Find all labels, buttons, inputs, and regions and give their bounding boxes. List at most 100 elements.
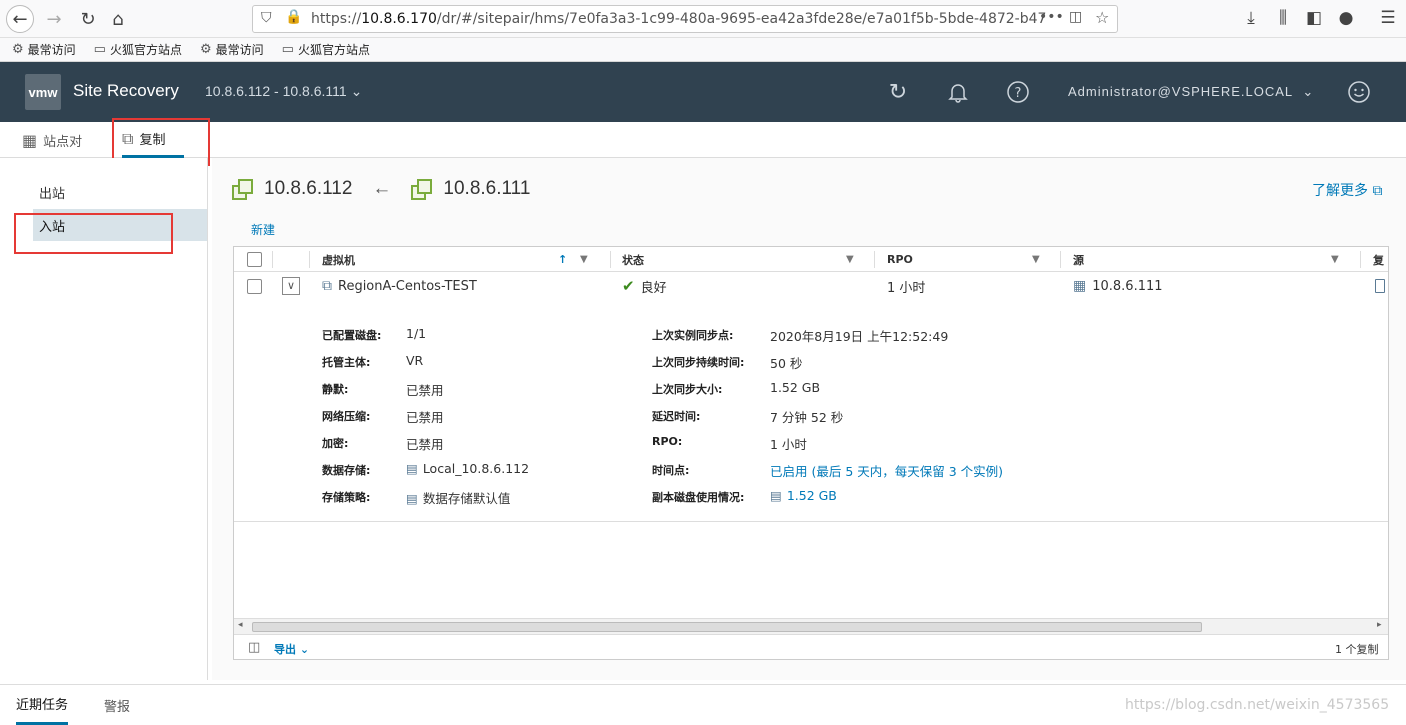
row-expand-toggle[interactable]: ∨ <box>282 277 300 295</box>
vm-name[interactable]: RegionA-Centos-TEST <box>338 279 477 294</box>
new-button[interactable]: 新建 <box>251 221 275 238</box>
filter-icon[interactable]: ▼ <box>580 254 588 265</box>
export-label: 导出 <box>274 643 296 656</box>
grid-footer: ◫ 导出 ⌄ 1 个复制 <box>234 634 1388 659</box>
sub-tabs: ▦ 站点对 ⧉ 复制 <box>0 122 1406 158</box>
help-button[interactable]: ? <box>1004 78 1032 106</box>
select-all-checkbox[interactable] <box>247 252 262 267</box>
column-separator <box>309 251 310 268</box>
detail-value: 2020年8月19日 上午12:52:49 <box>770 329 949 344</box>
back-button[interactable]: ← <box>6 5 34 33</box>
detail-label: 已配置磁盘: <box>322 329 382 342</box>
reload-icon: ↻ <box>80 8 96 30</box>
site-pair-selector[interactable]: 10.8.6.112 - 10.8.6.111 ⌄ <box>205 83 362 100</box>
column-toggle-icon[interactable]: ◫ <box>248 640 260 655</box>
column-header-vm[interactable]: 虚拟机 ↑ ▼ <box>322 247 606 272</box>
download-icon[interactable]: ⤓ <box>1239 8 1263 28</box>
filter-icon[interactable]: ▼ <box>846 254 854 265</box>
detail-label: 网络压缩: <box>322 410 371 423</box>
detail-value: ▤ Local_10.8.6.112 <box>406 461 529 476</box>
column-header-truncated[interactable]: 复 <box>1373 247 1387 272</box>
learn-more-link[interactable]: 了解更多 ⧉ <box>1312 180 1382 200</box>
sidebar-icon[interactable]: ◧ <box>1302 8 1326 28</box>
tab-label: 近期任务 <box>16 698 69 713</box>
feedback-button[interactable] <box>1345 78 1373 106</box>
bookmark-label: 最常访问 <box>215 43 264 57</box>
sidebar-item-outgoing[interactable]: 出站 <box>33 176 207 208</box>
menu-icon[interactable]: ☰ <box>1376 8 1400 28</box>
vmware-logo[interactable]: vmw <box>25 74 61 110</box>
detail-label: 存储策略: <box>322 491 371 504</box>
library-icon[interactable]: ⫼ <box>1271 8 1295 28</box>
detail-value: ▤ 数据存储默认值 <box>406 488 510 507</box>
chevron-down-icon: ⌄ <box>350 83 363 99</box>
row-vm-cell: ⧉ RegionA-Centos-TEST <box>322 272 477 300</box>
detail-label: 静默: <box>322 383 349 396</box>
detail-value: 1/1 <box>406 326 427 341</box>
storage-policy-icon: ▤ <box>406 491 418 506</box>
scroll-thumb[interactable] <box>252 622 1202 632</box>
notifications-button[interactable] <box>944 78 972 106</box>
arrow-right-icon: → <box>46 8 62 30</box>
horizontal-scrollbar[interactable]: ◂ ▸ <box>234 618 1388 634</box>
watermark: https://blog.csdn.net/weixin_4573565 <box>1125 697 1390 713</box>
more-icon[interactable]: ••• <box>1039 9 1064 25</box>
bookmark-item[interactable]: ▭ 火狐官方站点 <box>282 41 370 58</box>
scroll-right-icon[interactable]: ▸ <box>1377 620 1382 630</box>
detail-label: 上次实例同步点: <box>652 329 734 342</box>
user-menu[interactable]: Administrator@VSPHERE.LOCAL ⌄ <box>1068 84 1314 100</box>
detail-label: 副本磁盘使用情况: <box>652 491 745 504</box>
scroll-left-icon[interactable]: ◂ <box>238 620 243 630</box>
arrow-left-icon: ← <box>372 178 392 199</box>
column-separator <box>272 251 273 268</box>
bookmark-item[interactable]: ⚙ 最常访问 <box>200 41 264 58</box>
tab-recent-tasks[interactable]: 近期任务 <box>16 685 69 725</box>
column-header-status[interactable]: 状态 ▼ <box>622 247 862 272</box>
column-separator <box>1060 251 1061 268</box>
detail-value: 7 分钟 52 秒 <box>770 410 844 425</box>
bookmark-label: 最常访问 <box>27 43 76 57</box>
detail-value[interactable]: ▤ 1.52 GB <box>770 488 837 503</box>
column-header-rpo[interactable]: RPO ▼ <box>887 247 1047 272</box>
arrow-left-icon: ← <box>12 8 28 30</box>
detail-value-text: Local_10.8.6.112 <box>422 461 530 476</box>
sidebar-item-label: 出站 <box>39 186 66 202</box>
shield-icon: ⛉ <box>261 10 272 26</box>
column-header-source[interactable]: 源 ▼ <box>1073 247 1343 272</box>
device-icon <box>1375 279 1385 293</box>
tab-site-pair[interactable]: ▦ 站点对 <box>22 122 82 158</box>
site-pair-title: 10.8.6.112 ← 10.8.6.111 <box>232 176 530 202</box>
forward-button[interactable]: → <box>40 5 68 33</box>
column-separator <box>1360 251 1361 268</box>
tab-alarms[interactable]: 警报 <box>104 685 130 725</box>
detail-value-text: 1.52 GB <box>786 488 837 503</box>
local-site-name: 10.8.6.112 <box>264 178 353 199</box>
home-button[interactable]: ⌂ <box>104 5 132 33</box>
site-icon <box>411 179 433 200</box>
app-header: vmw Site Recovery 10.8.6.112 - 10.8.6.11… <box>0 62 1406 122</box>
account-icon[interactable]: ● <box>1334 8 1358 28</box>
column-separator <box>610 251 611 268</box>
chevron-down-icon: ∨ <box>286 279 296 292</box>
detail-label: 时间点: <box>652 464 690 477</box>
refresh-icon: ↻ <box>888 79 908 105</box>
building-icon: ▦ <box>1073 278 1087 294</box>
sort-asc-icon[interactable]: ↑ <box>558 253 567 266</box>
address-bar[interactable]: ⛉ 🔒 https://10.8.6.170/dr/#/sitepair/hms… <box>252 5 1118 33</box>
reload-button[interactable]: ↻ <box>74 5 102 33</box>
bookmark-item[interactable]: ⚙ 最常访问 <box>12 41 76 58</box>
column-label: RPO <box>887 253 913 266</box>
star-icon[interactable]: ☆ <box>1095 8 1109 27</box>
tab-label: 警报 <box>104 699 131 715</box>
folder-icon: ▭ <box>281 42 294 57</box>
pocket-icon[interactable]: ◫ <box>1069 9 1082 25</box>
detail-value[interactable]: 已启用 (最后 5 天内，每天保留 3 个实例) <box>770 461 1003 480</box>
bookmark-item[interactable]: ▭ 火狐官方站点 <box>94 41 182 58</box>
filter-icon[interactable]: ▼ <box>1032 254 1040 265</box>
export-button[interactable]: 导出 ⌄ <box>274 641 309 657</box>
grid-header: 虚拟机 ↑ ▼ 状态 ▼ RPO ▼ 源 ▼ 复 <box>234 247 1388 272</box>
column-separator <box>874 251 875 268</box>
row-checkbox[interactable] <box>247 279 262 294</box>
refresh-button[interactable]: ↻ <box>884 78 912 106</box>
filter-icon[interactable]: ▼ <box>1331 254 1339 265</box>
